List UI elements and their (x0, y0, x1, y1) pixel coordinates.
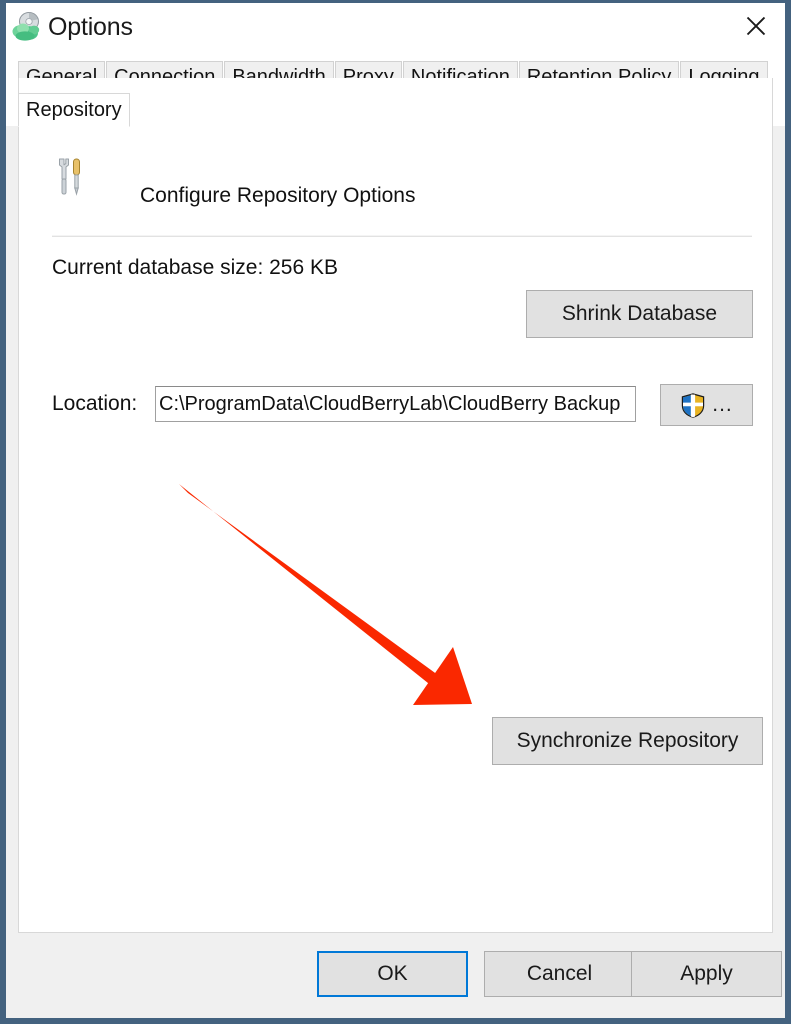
title-bar: Options (6, 3, 785, 51)
browse-location-button[interactable]: ... (660, 384, 753, 426)
close-icon[interactable] (733, 7, 779, 45)
uac-shield-icon (680, 392, 706, 419)
window-title: Options (48, 11, 133, 43)
dialog-footer: OK Cancel Apply (6, 933, 785, 1018)
browse-ellipsis-label: ... (712, 393, 733, 417)
location-label: Location: (52, 392, 137, 416)
apply-button[interactable]: Apply (631, 951, 782, 997)
location-input[interactable]: C:\ProgramData\CloudBerryLab\CloudBerry … (155, 386, 636, 422)
synchronize-repository-button[interactable]: Synchronize Repository (492, 717, 763, 765)
repository-tab-panel: Configure Repository Options Current dat… (18, 78, 773, 933)
section-title: Configure Repository Options (140, 184, 415, 208)
options-dialog-window: Options General Connection Bandwidth Pro… (0, 0, 791, 1024)
tools-icon (51, 156, 91, 198)
cancel-button[interactable]: Cancel (484, 951, 635, 997)
tab-repository[interactable]: Repository (18, 93, 130, 127)
database-size-label: Current database size: 256 KB (52, 256, 338, 280)
ok-button[interactable]: OK (317, 951, 468, 997)
section-divider (52, 235, 752, 237)
cloudberry-cloud-icon (10, 11, 44, 43)
shrink-database-button[interactable]: Shrink Database (526, 290, 753, 338)
